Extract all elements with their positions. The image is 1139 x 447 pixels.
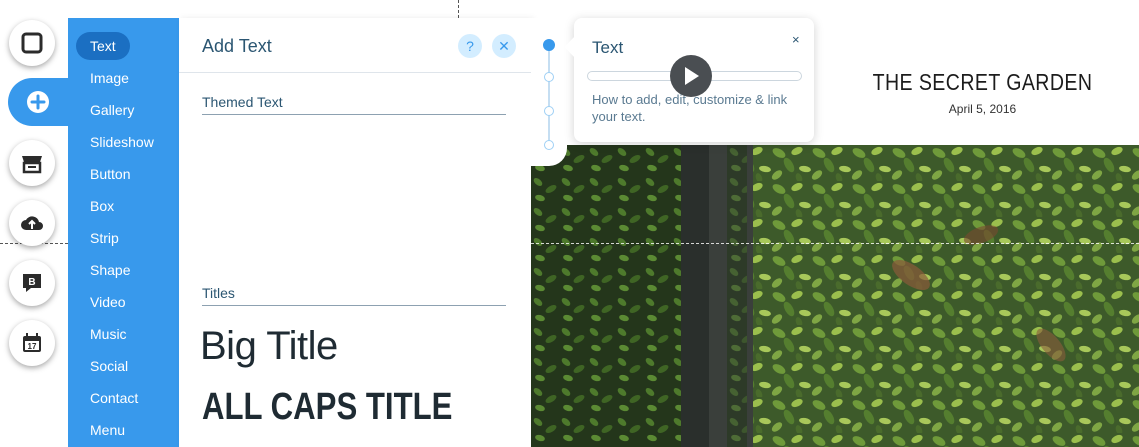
step-dot-2[interactable] bbox=[544, 72, 554, 82]
site-title[interactable]: THE SECRET GARDEN bbox=[861, 69, 1103, 96]
category-gallery[interactable]: Gallery bbox=[76, 96, 148, 124]
category-contact[interactable]: Contact bbox=[76, 384, 152, 412]
cloud-upload-icon bbox=[21, 216, 43, 230]
category-slideshow[interactable]: Slideshow bbox=[76, 128, 168, 156]
close-icon: ✕ bbox=[498, 37, 510, 54]
store-icon bbox=[22, 156, 42, 174]
upload-button[interactable] bbox=[9, 200, 55, 246]
step-dot-3[interactable] bbox=[544, 106, 554, 116]
category-menu[interactable]: Menu bbox=[76, 416, 139, 444]
step-dot-4[interactable] bbox=[544, 140, 554, 150]
section-titles: Titles bbox=[202, 285, 506, 306]
preset-all-caps-title[interactable]: ALL CAPS TITLE bbox=[202, 386, 452, 429]
square-icon bbox=[21, 32, 43, 54]
bookings-button[interactable]: 17 bbox=[9, 320, 55, 366]
section-themed-text: Themed Text bbox=[202, 94, 506, 115]
add-button[interactable] bbox=[8, 78, 68, 126]
play-icon bbox=[685, 67, 699, 85]
category-music[interactable]: Music bbox=[76, 320, 141, 348]
play-video-button[interactable] bbox=[670, 55, 712, 97]
category-video[interactable]: Video bbox=[76, 288, 140, 316]
background-button[interactable] bbox=[9, 20, 55, 66]
preset-big-title[interactable]: Big Title bbox=[200, 324, 338, 369]
help-button[interactable]: ? bbox=[458, 34, 482, 58]
garden-image[interactable] bbox=[531, 145, 1139, 447]
tooltip-title: Text bbox=[592, 38, 624, 57]
text-tooltip: Text × How to add, edit, customize & lin… bbox=[574, 18, 814, 142]
category-text[interactable]: Text bbox=[76, 32, 130, 60]
category-social[interactable]: Social bbox=[76, 352, 142, 380]
garden-foliage bbox=[531, 145, 1139, 447]
help-icon: ? bbox=[466, 38, 474, 54]
app-market-button[interactable] bbox=[9, 140, 55, 186]
plus-icon bbox=[27, 91, 49, 113]
panel-header: Add Text ? ✕ bbox=[179, 18, 531, 73]
category-image[interactable]: Image bbox=[76, 64, 143, 92]
vertical-guide bbox=[458, 0, 459, 18]
panel-title: Add Text bbox=[202, 36, 272, 56]
category-box[interactable]: Box bbox=[76, 192, 128, 220]
tool-rail: B 17 bbox=[0, 0, 68, 447]
close-panel-button[interactable]: ✕ bbox=[492, 34, 516, 58]
tooltip-close-button[interactable]: × bbox=[792, 32, 800, 47]
svg-text:17: 17 bbox=[28, 342, 37, 351]
blog-b-icon: B bbox=[23, 274, 41, 292]
site-date[interactable]: April 5, 2016 bbox=[840, 102, 1125, 116]
add-categories-panel: Text Image Gallery Slideshow Button Box … bbox=[68, 18, 179, 447]
add-text-panel: Add Text ? ✕ Themed Text Titles Big Titl… bbox=[179, 18, 532, 447]
blog-button[interactable]: B bbox=[9, 260, 55, 306]
category-strip[interactable]: Strip bbox=[76, 224, 133, 252]
svg-text:B: B bbox=[28, 277, 35, 288]
category-shape[interactable]: Shape bbox=[76, 256, 144, 284]
calendar-icon: 17 bbox=[23, 333, 41, 352]
category-button[interactable]: Button bbox=[76, 160, 144, 188]
step-dot-1[interactable] bbox=[543, 39, 555, 51]
horizontal-guide-right bbox=[531, 243, 1139, 244]
stepper-track bbox=[548, 44, 550, 146]
